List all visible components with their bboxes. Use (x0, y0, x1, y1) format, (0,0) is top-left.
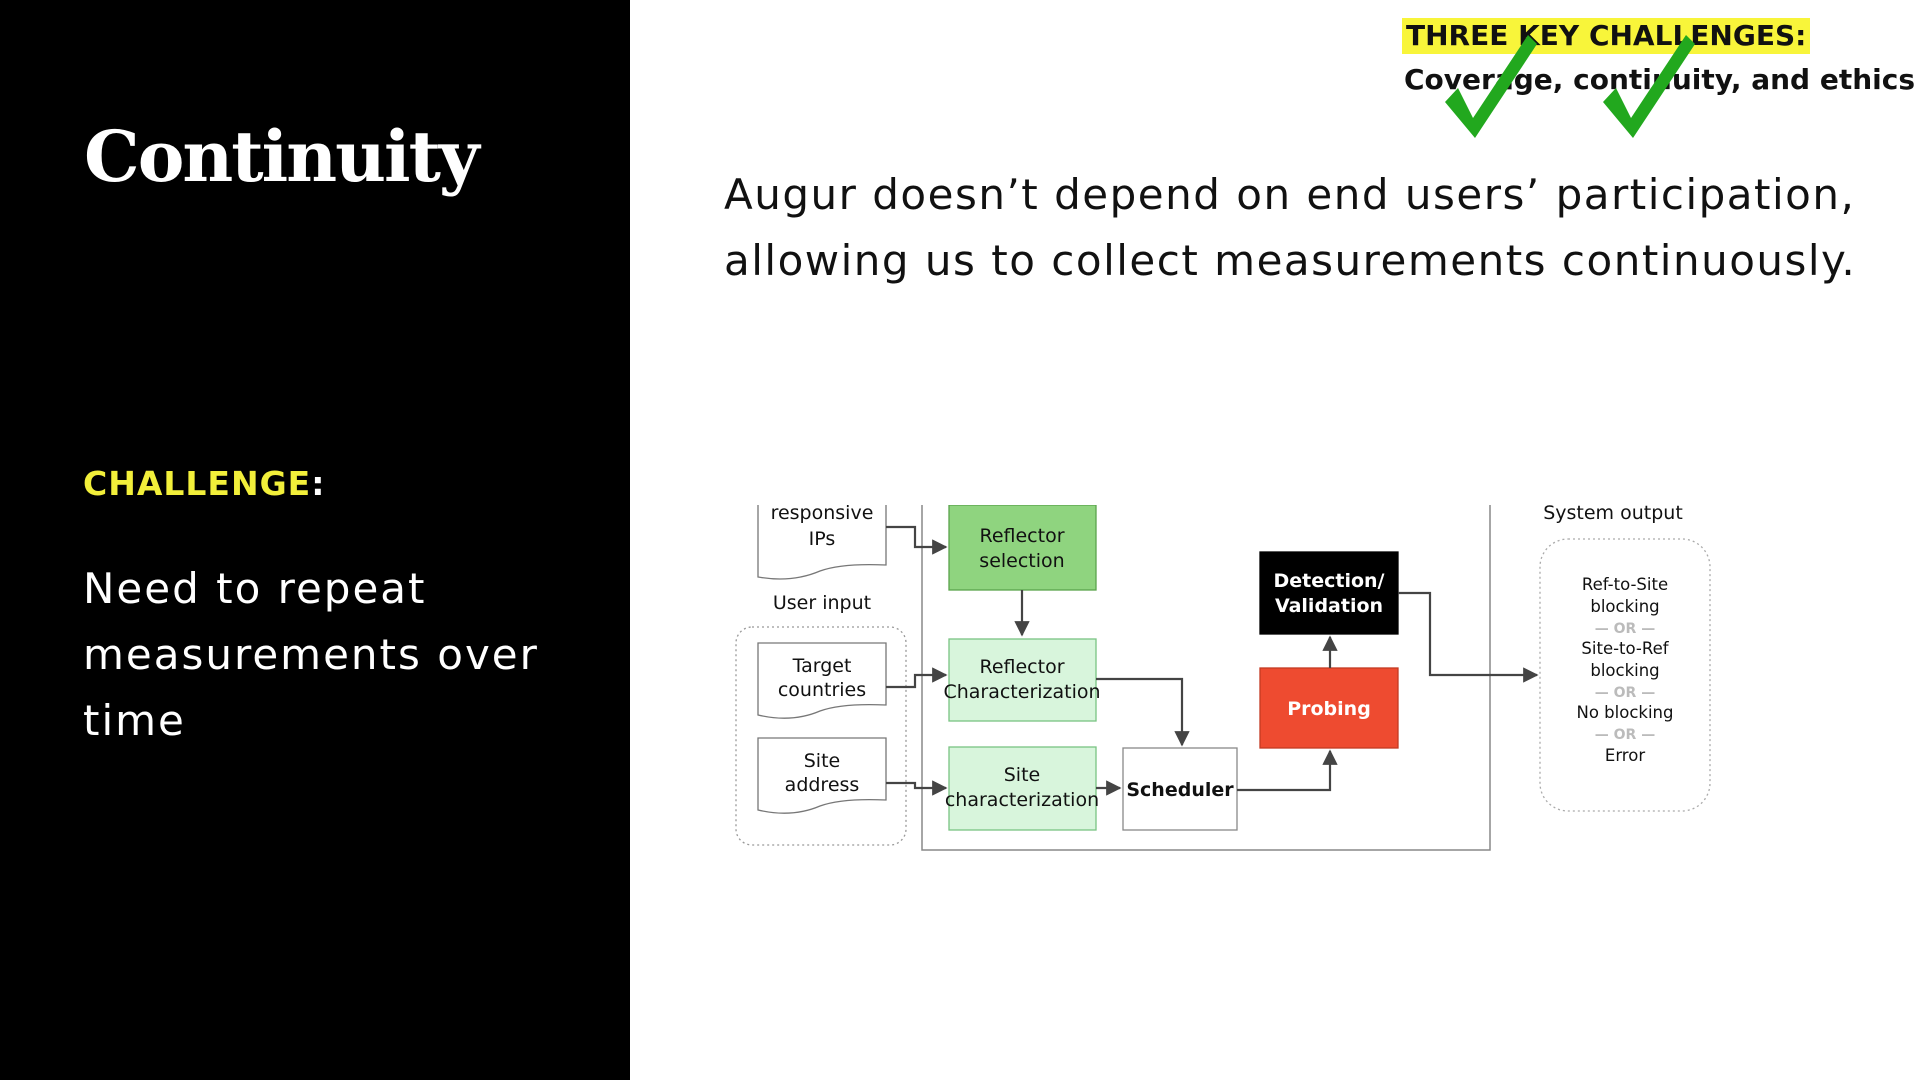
reflector-selection-box: Reflector selection (948, 505, 1097, 591)
probing-box: Probing (1259, 667, 1399, 749)
main-statement: Augur doesn’t depend on end users’ parti… (724, 170, 1857, 285)
architecture-diagram: responsive IPs User input Target countri… (735, 505, 1711, 851)
site-characterization-label: Site (1004, 764, 1040, 786)
user-input-label: User input (773, 592, 871, 614)
detection-validation-label: Detection/ (1273, 570, 1384, 592)
probing-label: Probing (1287, 698, 1371, 720)
site-characterization-box: Site characterization (945, 746, 1099, 831)
target-countries-label: Target (792, 655, 852, 677)
site-address-doc: Site address (757, 737, 887, 814)
system-output-label: System output (1543, 505, 1683, 524)
responsive-ips-label: IPs (809, 528, 836, 550)
detection-validation-label: Validation (1275, 595, 1383, 617)
checkmark-icon (1445, 35, 1537, 138)
reflector-selection-label: selection (979, 550, 1064, 572)
target-countries-label: countries (778, 679, 866, 701)
slide-title: Continuity (84, 115, 480, 198)
scheduler-box: Scheduler (1122, 747, 1238, 831)
challenge-label: CHALLENGE (83, 464, 312, 503)
output-or-separator: — OR — (1595, 727, 1655, 743)
checkmark-icon (1603, 35, 1695, 138)
target-countries-doc: Target countries (757, 642, 887, 719)
reflector-selection-label: Reflector (979, 525, 1064, 547)
reflector-characterization-label: Reflector (979, 656, 1064, 678)
output-ref-to-site: Ref-to-Site (1582, 575, 1668, 594)
left-panel: Continuity CHALLENGE: Need to repeat mea… (0, 0, 630, 1080)
site-address-label: address (785, 774, 860, 796)
output-or-separator: — OR — (1595, 685, 1655, 701)
scheduler-label: Scheduler (1126, 779, 1234, 801)
output-no-blocking: No blocking (1577, 703, 1674, 722)
slide: Continuity CHALLENGE: Need to repeat mea… (0, 0, 1920, 1080)
site-characterization-label: characterization (945, 789, 1099, 811)
output-error: Error (1605, 746, 1645, 765)
site-address-label: Site (804, 750, 840, 772)
output-ref-to-site: blocking (1590, 597, 1659, 616)
responsive-ips-doc: responsive IPs (757, 505, 887, 580)
output-site-to-ref: Site-to-Ref (1581, 639, 1669, 658)
challenge-description: Need to repeat measurements over time (83, 564, 539, 745)
output-or-separator: — OR — (1595, 621, 1655, 637)
reflector-characterization-label: Characterization (943, 681, 1100, 703)
challenge-heading: CHALLENGE: (83, 464, 325, 503)
challenge-colon: : (311, 464, 326, 503)
responsive-ips-label: responsive (771, 505, 874, 524)
reflector-characterization-box: Reflector Characterization (943, 638, 1101, 722)
system-output-list: Ref-to-Site blocking — OR — Site-to-Ref … (1577, 575, 1674, 765)
output-site-to-ref: blocking (1590, 661, 1659, 680)
detection-validation-box: Detection/ Validation (1259, 551, 1399, 635)
